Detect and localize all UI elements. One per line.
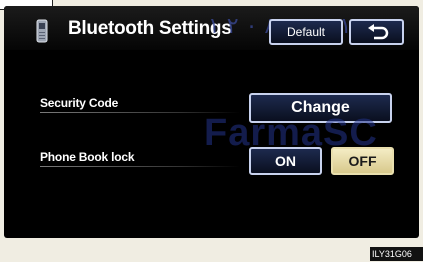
header-bar: Bluetooth Settings ۱ ۲ ۰ ۸ ۰ ۸ ۲ ۱ Defau… xyxy=(4,6,419,50)
page-title: Bluetooth Settings xyxy=(68,18,232,39)
back-arrow-icon xyxy=(368,24,389,40)
phone-book-lock-off-button[interactable]: OFF xyxy=(331,147,394,175)
phone-book-lock-on-button[interactable]: ON xyxy=(249,147,322,175)
phone-icon xyxy=(36,19,48,43)
divider xyxy=(40,166,240,167)
display-screen: Bluetooth Settings ۱ ۲ ۰ ۸ ۰ ۸ ۲ ۱ Defau… xyxy=(4,6,419,238)
back-button[interactable] xyxy=(349,19,404,45)
phone-book-lock-label: Phone Book lock xyxy=(40,150,135,164)
default-button[interactable]: Default xyxy=(269,19,343,45)
security-code-label: Security Code xyxy=(40,96,119,110)
figure-code: ILY31G06 xyxy=(370,247,423,261)
